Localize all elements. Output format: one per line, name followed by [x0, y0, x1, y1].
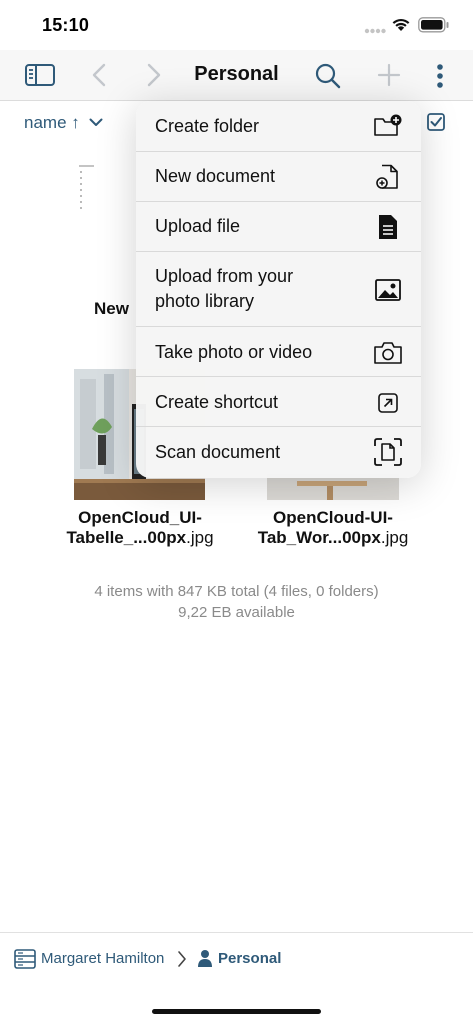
menu-item-take-photo[interactable]: Take photo or video: [136, 327, 421, 377]
menu-item-label: Take photo or video: [155, 342, 313, 362]
file-name-line2: Tabelle_...00px: [66, 528, 187, 547]
breadcrumb-parent[interactable]: Margaret Hamilton: [41, 950, 164, 967]
menu-item-label: Upload from your photo library: [155, 264, 293, 314]
document-thumbnail-icon[interactable]: [74, 160, 114, 220]
home-indicator: [152, 1009, 321, 1014]
status-time: 15:10: [42, 15, 90, 35]
wifi-icon: [392, 18, 410, 31]
add-menu: Create folder New document Upload file U…: [136, 101, 421, 478]
menu-item-label: Create shortcut: [155, 392, 279, 412]
menu-item-label: Create folder: [155, 116, 260, 136]
cellular-signal-icon: [364, 28, 386, 34]
back-chevron-icon[interactable]: [89, 62, 109, 88]
page-title: Personal: [194, 63, 279, 85]
menu-item-label-line1: Upload from your: [155, 266, 294, 286]
chevron-down-icon[interactable]: [89, 118, 103, 127]
battery-icon: [418, 17, 449, 33]
folder-plus-icon: [373, 111, 403, 141]
sort-button[interactable]: name ↑: [24, 113, 80, 133]
scan-document-icon: [373, 437, 403, 467]
menu-item-upload-file[interactable]: Upload file: [136, 202, 421, 252]
menu-item-create-shortcut[interactable]: Create shortcut: [136, 377, 421, 427]
add-icon[interactable]: [376, 62, 402, 88]
file-name-partial[interactable]: New: [94, 299, 129, 319]
camera-icon: [373, 338, 403, 368]
file-name[interactable]: OpenCloud-UI- Tab_Wor...00px.jpg: [233, 508, 433, 548]
file-name[interactable]: OpenCloud_UI- Tabelle_...00px.jpg: [40, 508, 240, 548]
new-document-icon: [373, 162, 403, 192]
menu-item-label: Upload file: [155, 216, 241, 236]
menu-item-upload-photo-library[interactable]: Upload from your photo library: [136, 252, 421, 327]
menu-item-scan-document[interactable]: Scan document: [136, 427, 421, 478]
chevron-right-icon: [178, 951, 186, 967]
breadcrumb-current[interactable]: Personal: [218, 950, 281, 967]
file-name-line1: OpenCloud-UI-: [273, 508, 393, 527]
file-name-line2: Tab_Wor...00px: [257, 528, 381, 547]
photo-icon: [373, 275, 403, 305]
shortcut-icon: [373, 388, 403, 418]
select-checkbox-icon[interactable]: [427, 113, 445, 131]
storage-available: 9,22 EB available: [178, 604, 295, 621]
file-icon: [373, 212, 403, 242]
menu-item-label: Scan document: [155, 442, 281, 462]
toolbar: Personal: [0, 50, 473, 101]
forward-chevron-icon[interactable]: [144, 62, 164, 88]
status-bar: 15:10: [0, 0, 473, 50]
more-options-icon[interactable]: [430, 62, 450, 90]
file-name-line1: OpenCloud_UI-: [78, 508, 202, 527]
menu-item-create-folder[interactable]: Create folder: [136, 101, 421, 152]
breadcrumb: Margaret Hamilton Personal: [0, 932, 473, 984]
menu-item-new-document[interactable]: New document: [136, 152, 421, 202]
file-extension: .jpg: [380, 528, 409, 547]
sidebar-toggle-icon[interactable]: [24, 62, 56, 88]
folder-summary: 4 items with 847 KB total (4 files, 0 fo…: [94, 583, 379, 600]
file-extension: .jpg: [186, 528, 214, 547]
person-icon: [198, 950, 212, 967]
menu-item-label-line2: photo library: [155, 291, 255, 311]
search-icon[interactable]: [314, 62, 342, 90]
menu-item-label: New document: [155, 166, 276, 186]
server-icon: [14, 949, 36, 969]
